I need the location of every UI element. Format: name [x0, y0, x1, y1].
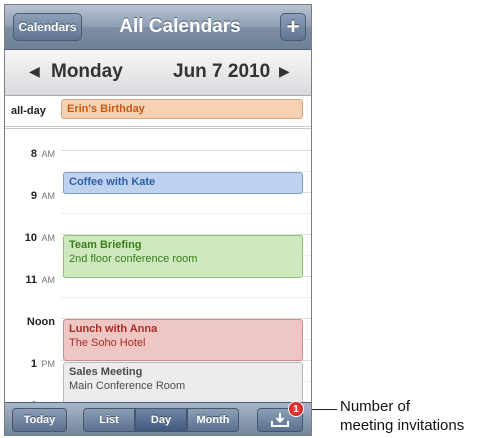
hour-label-8am: 8 AM	[30, 148, 55, 160]
date-header: ◀ Monday Jun 7 2010 ▶	[5, 50, 311, 96]
month-view-button[interactable]: Month	[187, 408, 239, 432]
add-event-button[interactable]: +	[280, 13, 306, 41]
event-lunch-with-anna[interactable]: Lunch with Anna The Soho Hotel	[63, 319, 303, 361]
hour-label-10am: 10 AM	[24, 232, 55, 244]
event-location: 2nd floor conference room	[69, 253, 198, 265]
event-erins-birthday[interactable]: Erin's Birthday	[61, 99, 303, 119]
bottom-toolbar: Today List Day Month 1	[5, 401, 311, 435]
previous-day-icon[interactable]: ◀	[29, 63, 40, 80]
download-tray-icon	[271, 413, 289, 427]
event-coffee-with-kate[interactable]: Coffee with Kate	[63, 172, 303, 194]
callout-line-1: Number of	[340, 398, 411, 415]
hour-label-11am: 11 AM	[25, 274, 55, 286]
list-view-button[interactable]: List	[83, 408, 135, 432]
event-title: Lunch with Anna	[69, 323, 158, 335]
event-title: Coffee with Kate	[69, 176, 156, 188]
next-day-icon[interactable]: ▶	[279, 63, 290, 80]
event-title: Sales Meeting	[69, 366, 143, 378]
day-timeline: 8 AM 9 AM 10 AM 11 AM Noon 1 PM 2 PM Cof…	[5, 129, 311, 412]
nav-bar: Calendars All Calendars +	[5, 5, 311, 50]
date-label: Jun 7 2010	[173, 61, 271, 82]
event-title: Team Briefing	[69, 239, 142, 251]
callout-leader-line	[312, 409, 337, 410]
calendar-app-screen: Calendars All Calendars + ◀ Monday Jun 7…	[4, 4, 312, 436]
event-location: Main Conference Room	[69, 380, 186, 392]
plus-icon: +	[286, 14, 300, 39]
hour-label-1pm: 1 PM	[30, 358, 55, 370]
event-location: The Soho Hotel	[69, 337, 146, 349]
day-name: Monday	[51, 61, 123, 82]
event-team-briefing[interactable]: Team Briefing 2nd floor conference room	[63, 235, 303, 278]
all-day-label: all-day	[11, 105, 46, 117]
invitation-count-badge: 1	[288, 401, 304, 417]
calendars-button[interactable]: Calendars	[13, 13, 82, 41]
callout-line-2: meeting invitations	[340, 417, 465, 434]
hour-label-9am: 9 AM	[30, 190, 55, 202]
hour-label-noon: Noon	[26, 316, 55, 328]
view-segmented-control: List Day Month	[83, 408, 239, 432]
event-title: Erin's Birthday	[67, 103, 145, 115]
callout-label: Number of meeting invitations	[340, 397, 464, 435]
page-title: All Calendars	[119, 16, 241, 37]
all-day-row: all-day Erin's Birthday	[5, 96, 311, 129]
day-view-button[interactable]: Day	[135, 408, 187, 432]
today-button[interactable]: Today	[12, 408, 67, 432]
